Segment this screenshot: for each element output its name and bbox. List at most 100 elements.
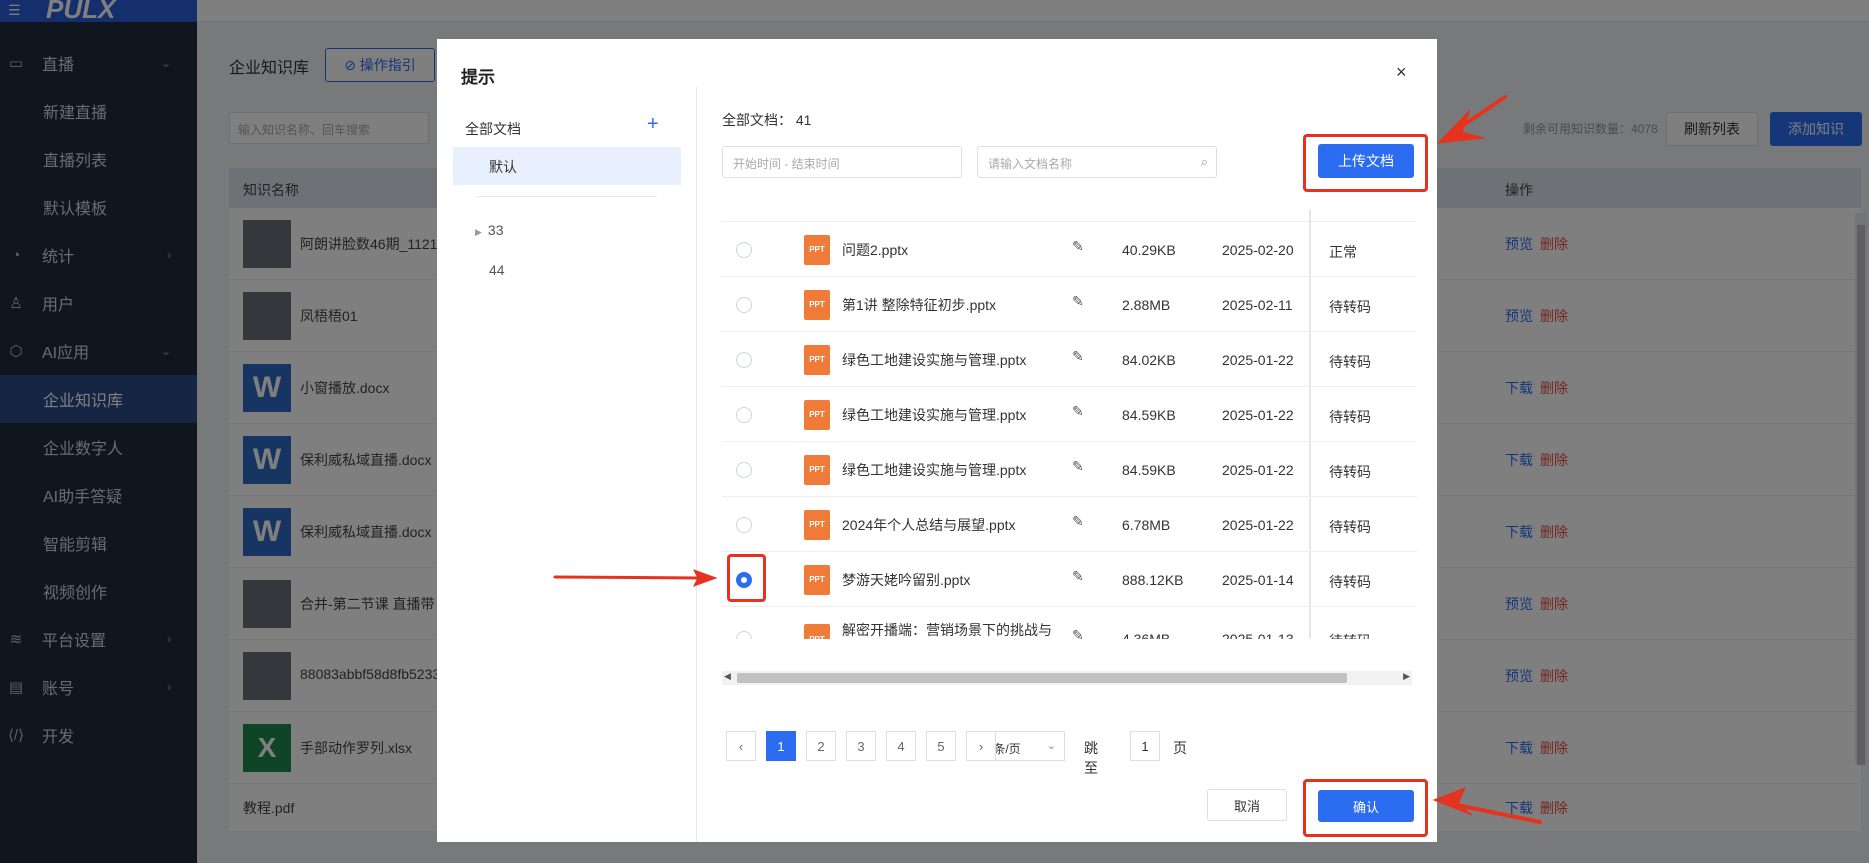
- document-name: 解密开播端：营销场景下的挑战与突破.pptx: [842, 621, 1052, 639]
- tree-folder-label: 33: [487, 222, 504, 238]
- document-status: 待转码: [1329, 408, 1371, 425]
- document-name: 第1讲 整除特征初步.pptx: [842, 296, 997, 313]
- search-icon[interactable]: ⌕: [1201, 154, 1208, 170]
- document-name: 绿色工地建设实施与管理.pptx: [842, 461, 1027, 478]
- ppt-file-icon: PPT: [804, 624, 830, 639]
- document-date: 2025-01-14: [1222, 571, 1294, 588]
- document-status: 待转码: [1329, 463, 1371, 480]
- document-name: 绿色工地建设实施与管理.pptx: [842, 406, 1027, 423]
- jump-label: 跳至: [1084, 740, 1098, 776]
- document-date: 2025-02-11: [1222, 296, 1293, 313]
- document-row[interactable]: PPT 第1讲 整除特征初步.pptx ✎ 2.88MB 2025-02-11 待转码: [722, 277, 1417, 332]
- tree-folder-33[interactable]: ▶ 33: [475, 222, 504, 238]
- jump-page-input[interactable]: 1: [1130, 731, 1160, 761]
- document-status: 待转码: [1329, 298, 1371, 315]
- edit-icon[interactable]: ✎: [1072, 293, 1084, 310]
- document-count-label: 全部文档：: [722, 112, 792, 128]
- edit-icon[interactable]: ✎: [1072, 513, 1084, 530]
- document-size: 84.02KB: [1122, 351, 1176, 368]
- upload-document-button[interactable]: 上传文档: [1318, 144, 1414, 178]
- document-count: 全部文档： 41: [722, 110, 811, 130]
- document-status: 正常: [1329, 243, 1357, 260]
- horizontal-scrollbar[interactable]: ◀ ▶: [722, 671, 1412, 685]
- tree-folder-default[interactable]: 默认: [453, 147, 681, 185]
- dialog-title: 提示: [461, 68, 495, 87]
- document-status: 待转码: [1329, 573, 1371, 590]
- document-size: 4.36MB: [1122, 631, 1171, 639]
- add-folder-icon[interactable]: +: [647, 113, 659, 136]
- search-placeholder: 请输入文档名称: [988, 157, 1073, 171]
- caret-right-icon[interactable]: ▶: [475, 227, 482, 237]
- document-size: 84.59KB: [1122, 461, 1176, 478]
- document-date: 2025-01-22: [1222, 461, 1294, 478]
- document-row[interactable]: PPT 问题2.pptx ✎ 40.29KB 2025-02-20 正常: [722, 222, 1417, 277]
- document-radio[interactable]: [736, 461, 752, 478]
- page-2-button[interactable]: 2: [806, 731, 836, 761]
- page-1-button[interactable]: 1: [766, 731, 796, 761]
- ppt-file-icon: PPT: [804, 234, 830, 265]
- tree-divider: [477, 196, 657, 197]
- edit-icon[interactable]: ✎: [1072, 238, 1084, 255]
- ppt-file-icon: PPT: [804, 509, 830, 540]
- ppt-file-icon: PPT: [804, 399, 830, 430]
- folder-tree-pane: [437, 87, 697, 842]
- document-date: 2025-01-13: [1222, 631, 1294, 639]
- close-icon[interactable]: ×: [1396, 62, 1407, 83]
- ppt-file-icon: PPT: [804, 289, 830, 320]
- next-page-button[interactable]: ›: [966, 731, 996, 761]
- document-date: 2025-01-22: [1222, 516, 1294, 533]
- document-radio[interactable]: [736, 516, 752, 533]
- prev-page-button[interactable]: ‹: [726, 731, 756, 761]
- scroll-right-icon[interactable]: ▶: [1403, 671, 1410, 682]
- document-name-line: 解密开播端：营销场景下的挑战与: [842, 622, 1052, 638]
- document-count-value: 41: [795, 112, 812, 128]
- document-date: 2025-02-20: [1222, 241, 1294, 258]
- document-row[interactable]: PPT 绿色工地建设实施与管理.pptx ✎ 84.02KB 2025-01-22 待转码: [722, 332, 1417, 387]
- document-date: 2025-01-22: [1222, 351, 1294, 368]
- document-name: 问题2.pptx: [842, 241, 909, 258]
- date-range-input[interactable]: 开始时间 - 结束时间: [722, 146, 962, 178]
- document-size: 84.59KB: [1122, 406, 1176, 423]
- document-row[interactable]: PPT 绿色工地建设实施与管理.pptx ✎ 84.59KB 2025-01-22 待转码: [722, 387, 1417, 442]
- document-size: 40.29KB: [1122, 241, 1176, 258]
- document-name-search-input[interactable]: 请输入文档名称 ⌕: [977, 146, 1217, 178]
- document-status: 待转码: [1329, 353, 1371, 370]
- edit-icon[interactable]: ✎: [1072, 627, 1084, 639]
- document-size: 2.88MB: [1122, 296, 1171, 313]
- page-3-button[interactable]: 3: [846, 731, 876, 761]
- page-5-button[interactable]: 5: [926, 731, 956, 761]
- document-name: 2024年个人总结与展望.pptx: [842, 516, 1016, 533]
- edit-icon[interactable]: ✎: [1072, 403, 1084, 420]
- document-row[interactable]: PPT 解密开播端：营销场景下的挑战与突破.pptx ✎ 4.36MB 2025-01-…: [722, 607, 1417, 639]
- document-radio[interactable]: [736, 241, 752, 258]
- tree-all-documents[interactable]: 全部文档: [465, 119, 521, 139]
- jump-unit: 页: [1173, 740, 1187, 756]
- edit-icon[interactable]: ✎: [1072, 568, 1084, 585]
- tree-folder-44[interactable]: 44: [489, 262, 505, 278]
- scroll-thumb[interactable]: [737, 673, 1347, 683]
- document-radio[interactable]: [736, 296, 752, 313]
- document-radio[interactable]: [736, 631, 752, 639]
- ppt-file-icon: PPT: [804, 564, 830, 595]
- document-radio[interactable]: [736, 406, 752, 423]
- select-document-dialog: 提示 × 全部文档 + 默认 ▶ 33 44 全部文档： 41 开始时间 - 结束…: [437, 39, 1437, 842]
- document-radio[interactable]: [736, 351, 752, 368]
- document-table: PPT 问题2.pptx ✎ 40.29KB 2025-02-20 正常 PPT 第1讲 整除…: [722, 209, 1417, 639]
- document-status: 待转码: [1329, 631, 1371, 639]
- document-size: 888.12KB: [1122, 571, 1184, 588]
- document-radio[interactable]: [736, 571, 752, 588]
- cancel-button[interactable]: 取消: [1207, 789, 1287, 821]
- confirm-button[interactable]: 确认: [1318, 790, 1414, 822]
- document-row[interactable]: PPT 绿色工地建设实施与管理.pptx ✎ 84.59KB 2025-01-22 待转码: [722, 442, 1417, 497]
- document-row[interactable]: PPT 2024年个人总结与展望.pptx ✎ 6.78MB 2025-01-22 待转码: [722, 497, 1417, 552]
- ppt-file-icon: PPT: [804, 454, 830, 485]
- document-status: 待转码: [1329, 518, 1371, 535]
- ppt-file-icon: PPT: [804, 344, 830, 375]
- document-name: 梦游天姥吟留别.pptx: [842, 571, 971, 588]
- page-4-button[interactable]: 4: [886, 731, 916, 761]
- document-row[interactable]: PPT 梦游天姥吟留别.pptx ✎ 888.12KB 2025-01-14 待转码: [722, 552, 1417, 607]
- edit-icon[interactable]: ✎: [1072, 458, 1084, 475]
- edit-icon[interactable]: ✎: [1072, 348, 1084, 365]
- scroll-left-icon[interactable]: ◀: [724, 671, 731, 682]
- chevron-down-icon: ⌄: [1046, 740, 1056, 752]
